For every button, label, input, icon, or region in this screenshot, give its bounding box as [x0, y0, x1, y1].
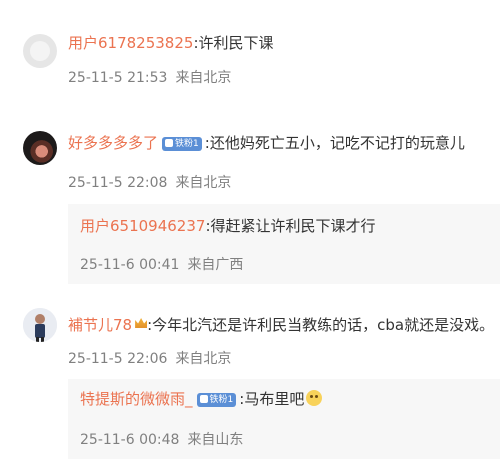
comment-meta: 25-11-5 21:53 来自北京: [68, 69, 231, 87]
reply-username-link[interactable]: 用户6510946237: [80, 217, 205, 235]
reply-text: 马布里吧: [244, 390, 305, 408]
comment-meta: 25-11-5 22:08 来自北京: [68, 174, 231, 192]
username-link[interactable]: 補节儿78: [68, 316, 132, 334]
comment-date: 25-11-5 22:06: [68, 351, 168, 367]
username-link[interactable]: 用户6178253825: [68, 34, 193, 52]
fan-badge-icon: [165, 139, 174, 147]
comment-date: 25-11-5 22:08: [68, 175, 168, 191]
comment-item: 用户6178253825:许利民下课 25-11-5 21:53 来自北京: [0, 0, 500, 120]
comment-line: 好多多多多了 铁粉1:还他妈死亡五小，记吃不记打的玩意儿: [68, 133, 465, 153]
reply-box: 用户6510946237:得赶紧让许利民下课才行 25-11-6 00:41 来自…: [68, 204, 500, 284]
reply-username-link[interactable]: 特提斯的微微雨_: [80, 390, 193, 408]
comment-text: 还他妈死亡五小，记吃不记打的玩意儿: [209, 134, 465, 152]
comment-line: 補节儿78:今年北汽还是许利民当教练的话，cba就还是没戏。: [68, 315, 494, 335]
reply-date: 25-11-6 00:41: [80, 257, 180, 273]
comment-location: 来自北京: [175, 70, 232, 86]
reply-meta: 25-11-6 00:41 来自广西: [80, 256, 243, 274]
comment-line: 用户6178253825:许利民下课: [68, 33, 274, 53]
fan-badge: 铁粉1: [162, 137, 202, 151]
reply-text: 得赶紧让许利民下课才行: [210, 217, 376, 235]
comment-date: 25-11-5 21:53: [68, 70, 168, 86]
default-avatar-icon[interactable]: [23, 34, 57, 68]
fan-badge: 铁粉1: [196, 393, 237, 407]
comment-location: 来自北京: [175, 351, 232, 367]
crown-icon: [135, 318, 148, 328]
reply-meta: 25-11-6 00:48 来自山东: [80, 431, 243, 449]
reply-line: 特提斯的微微雨_ 铁粉1:马布里吧: [80, 389, 323, 409]
reply-line: 用户6510946237:得赶紧让许利民下课才行: [80, 216, 376, 236]
reply-location: 来自山东: [187, 432, 244, 448]
comment-item: 補节儿78:今年北汽还是许利民当教练的话，cba就还是没戏。 25-11-5 2…: [0, 295, 500, 459]
user-avatar-icon[interactable]: [23, 308, 57, 342]
smile-emoji-icon: [306, 390, 323, 406]
comment-meta: 25-11-5 22:06 来自北京: [68, 350, 231, 368]
reply-date: 25-11-6 00:48: [80, 432, 180, 448]
comment-location: 来自北京: [175, 175, 232, 191]
fan-badge-icon: [199, 395, 208, 403]
user-avatar-icon[interactable]: [23, 131, 57, 165]
person-figure-icon: [23, 308, 57, 342]
username-link[interactable]: 好多多多多了: [68, 134, 158, 152]
comment-item: 好多多多多了 铁粉1:还他妈死亡五小，记吃不记打的玩意儿 25-11-5 22:0…: [0, 120, 500, 295]
comment-text: 许利民下课: [198, 34, 274, 52]
reply-box: 特提斯的微微雨_ 铁粉1:马布里吧 25-11-6 00:48 来自山东: [68, 379, 500, 459]
comment-text: 今年北汽还是许利民当教练的话，cba就还是没戏。: [152, 316, 495, 334]
reply-location: 来自广西: [187, 257, 244, 273]
